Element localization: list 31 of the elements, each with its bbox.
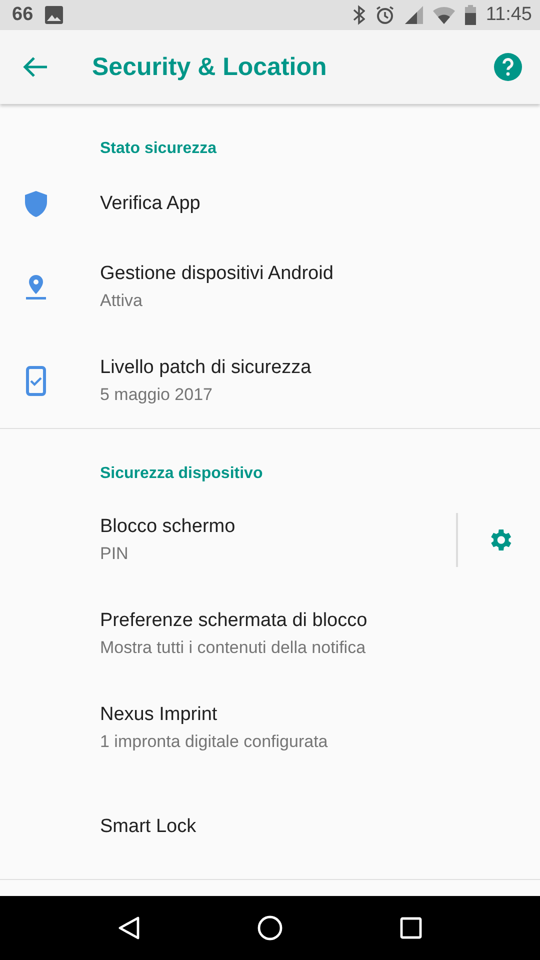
phone-check-icon [26, 366, 46, 396]
notification-count: 66 [12, 4, 34, 26]
home-button[interactable] [256, 915, 283, 941]
setting-summary: Attiva [100, 291, 144, 311]
section-header: Sicurezza dispositivo [99, 464, 264, 484]
page-title: Security & Location [92, 52, 328, 82]
help-button[interactable] [494, 53, 522, 81]
location-pin-icon [26, 274, 46, 300]
back-button[interactable] [22, 56, 48, 78]
alarm-icon [374, 5, 395, 25]
clock-time: 11:45 [486, 4, 532, 26]
shield-icon [24, 190, 48, 218]
setting-summary: PIN [100, 544, 130, 564]
section-header: Stato sicurezza [99, 139, 218, 159]
setting-title[interactable]: Blocco schermo [100, 516, 456, 538]
recents-button[interactable] [400, 917, 422, 939]
setting-title[interactable]: Livello patch di sicurezza [100, 357, 540, 379]
setting-title[interactable]: Smart Lock [100, 816, 540, 838]
setting-summary: 1 impronta digitale configurata [100, 732, 329, 752]
bluetooth-icon [352, 5, 365, 25]
wifi-icon [432, 6, 455, 24]
setting-title[interactable]: Gestione dispositivi Android [100, 263, 540, 285]
signal-icon [404, 6, 423, 24]
image-icon [45, 6, 64, 24]
setting-summary: Mostra tutti i contenuti della notifica [100, 638, 367, 658]
battery-icon [464, 5, 476, 25]
back-nav-button[interactable] [118, 916, 140, 940]
setting-title[interactable]: Preferenze schermata di blocco [100, 610, 540, 632]
setting-title[interactable]: Nexus Imprint [100, 704, 540, 726]
setting-summary: 5 maggio 2017 [100, 385, 214, 405]
setting-title[interactable]: Verifica App [100, 193, 540, 215]
